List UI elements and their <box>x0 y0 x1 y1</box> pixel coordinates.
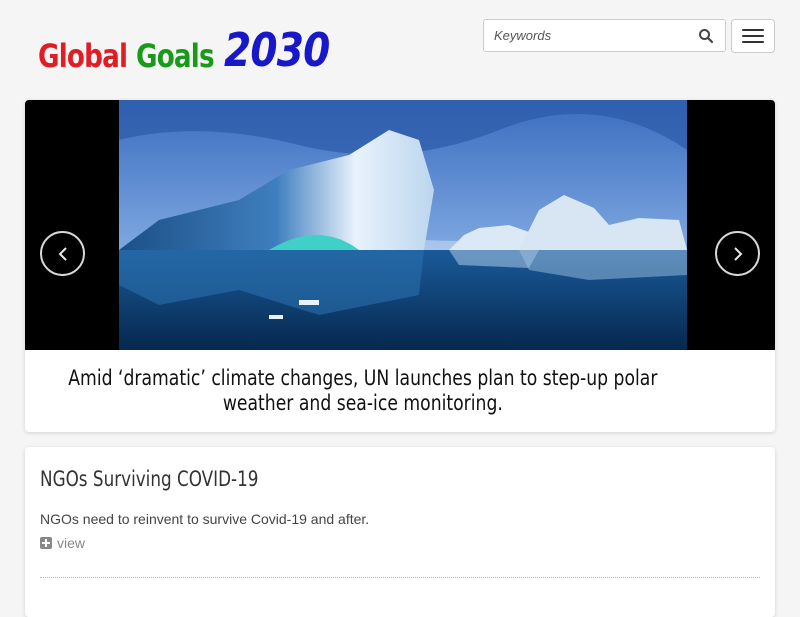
plus-square-icon <box>40 537 52 549</box>
carousel-caption-text[interactable]: Amid ‘dramatic’ climate changes, UN laun… <box>58 366 668 416</box>
hamburger-icon-bar <box>742 35 764 37</box>
news-carousel: Amid ‘dramatic’ climate changes, UN laun… <box>25 100 775 432</box>
iceberg-photo <box>119 100 687 350</box>
chevron-left-icon <box>58 246 67 261</box>
carousel-slide-image[interactable] <box>25 100 775 350</box>
article-card: NGOs Surviving COVID-19 NGOs need to rei… <box>25 447 775 617</box>
view-link-label: view <box>57 535 86 551</box>
article-view-link[interactable]: view <box>40 535 85 551</box>
chevron-right-icon <box>733 246 742 261</box>
carousel-next-button[interactable] <box>715 231 760 276</box>
site-logo[interactable]: Global Goals 2030 <box>38 24 348 76</box>
logo-word-goals: Goals <box>136 37 215 75</box>
carousel-prev-button[interactable] <box>40 231 85 276</box>
menu-toggle-button[interactable] <box>731 19 775 53</box>
search-icon[interactable] <box>698 28 714 44</box>
logo-year: 2030 <box>224 23 330 77</box>
logo-word-global: Global <box>38 37 128 75</box>
search-box <box>483 19 726 52</box>
carousel-caption[interactable]: Amid ‘dramatic’ climate changes, UN laun… <box>25 350 775 432</box>
article-divider <box>40 577 760 578</box>
search-input[interactable] <box>484 20 684 51</box>
site-header: Global Goals 2030 <box>0 0 800 100</box>
article-title[interactable]: NGOs Surviving COVID-19 <box>40 467 258 491</box>
hamburger-icon-bar <box>742 41 764 43</box>
hamburger-icon-bar <box>742 29 764 31</box>
article-summary: NGOs need to reinvent to survive Covid-1… <box>40 511 370 527</box>
